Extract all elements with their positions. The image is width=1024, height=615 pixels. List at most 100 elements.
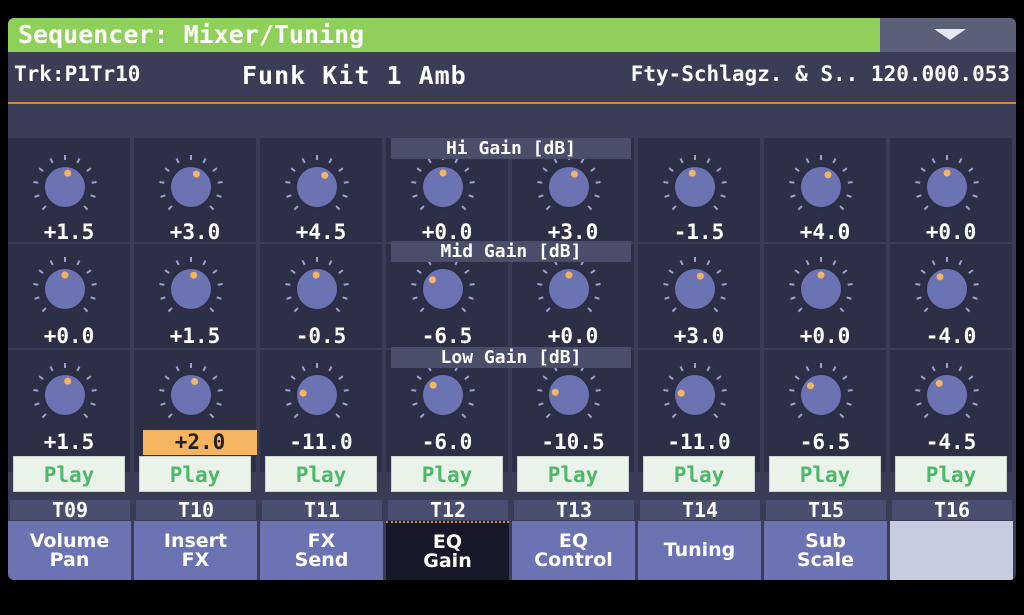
eq-cell[interactable]: +3.0 [638, 244, 760, 348]
knob-tick [90, 194, 96, 198]
eq-cell[interactable]: +1.5 [134, 244, 256, 348]
play-button[interactable]: Play [517, 456, 629, 492]
eq-knob[interactable] [660, 360, 730, 430]
eq-knob[interactable] [30, 360, 100, 430]
eq-cell[interactable]: -4.0 [890, 244, 1012, 348]
knob-tick [411, 181, 417, 184]
eq-knob[interactable] [786, 360, 856, 430]
knob-body [925, 267, 969, 311]
play-button[interactable]: Play [13, 456, 125, 492]
eq-knob[interactable] [408, 254, 478, 324]
tab-eq-gain[interactable]: EQ Gain [386, 521, 509, 580]
knob-tick [216, 194, 222, 198]
eq-knob[interactable] [282, 360, 352, 430]
eq-knob[interactable] [660, 254, 730, 324]
knob-tick [537, 181, 543, 184]
play-button[interactable]: Play [391, 456, 503, 492]
knob-body [799, 165, 843, 209]
eq-knob[interactable] [912, 254, 982, 324]
knob-tick [664, 402, 670, 406]
knob-tick [847, 283, 853, 286]
eq-knob[interactable] [30, 254, 100, 324]
knob-tick [412, 194, 418, 198]
knob-tick [832, 366, 837, 372]
play-button[interactable]: Play [139, 456, 251, 492]
gain-value: +0.0 [925, 220, 977, 244]
gain-value: +0.0 [799, 324, 851, 348]
factory-sound-info: Fty-Schlagz. & S.. 120.000.053 [630, 62, 1010, 86]
knob-tick [972, 194, 978, 198]
tab-eq-control[interactable]: EQ Control [512, 521, 635, 580]
track-number-label: T10 [136, 500, 256, 520]
eq-cell[interactable]: +2.0 [134, 350, 257, 472]
knob-tick [706, 158, 711, 164]
eq-cell[interactable]: -11.0 [638, 350, 760, 472]
eq-cell[interactable]: +4.5 [260, 138, 382, 244]
eq-knob[interactable] [408, 360, 478, 430]
eq-knob[interactable] [156, 360, 226, 430]
tab-sub-scale[interactable]: Sub Scale [764, 521, 887, 580]
eq-cell[interactable]: +1.5 [8, 350, 130, 472]
tab-insert-fx[interactable]: Insert FX [134, 521, 257, 580]
eq-knob[interactable] [282, 152, 352, 222]
eq-knob[interactable] [786, 254, 856, 324]
play-button[interactable]: Play [895, 456, 1007, 492]
eq-knob[interactable] [408, 152, 478, 222]
knob-indicator [64, 169, 72, 177]
play-button[interactable]: Play [265, 456, 377, 492]
eq-cell[interactable]: -1.5 [638, 138, 760, 244]
tab-tuning[interactable]: Tuning [638, 521, 761, 580]
knob-tick [958, 366, 963, 372]
knob-tick [342, 402, 348, 406]
knob-tick [713, 205, 719, 211]
eq-knob[interactable] [534, 360, 604, 430]
eq-knob[interactable] [534, 152, 604, 222]
eq-knob[interactable] [912, 360, 982, 430]
gain-value: -6.5 [799, 430, 851, 454]
eq-knob[interactable] [156, 254, 226, 324]
knob-tick [842, 167, 848, 172]
knob-tick [285, 181, 291, 184]
gain-value: +3.0 [673, 324, 725, 348]
eq-cell[interactable]: -0.5 [260, 244, 382, 348]
knob-tick [679, 158, 684, 164]
knob-tick [965, 205, 971, 211]
eq-knob[interactable] [786, 152, 856, 222]
knob-tick [416, 375, 422, 380]
tab-fx-send[interactable]: FX Send [260, 521, 383, 580]
knob-tick [590, 269, 596, 274]
knob-tick [679, 260, 684, 266]
eq-cell[interactable]: -11.0 [260, 350, 382, 472]
eq-knob[interactable] [534, 254, 604, 324]
eq-cell[interactable]: +0.0 [890, 138, 1012, 244]
knob-tick [973, 181, 979, 184]
knob-tick [461, 307, 467, 313]
page-menu-button[interactable] [880, 18, 1016, 52]
eq-cell[interactable]: -6.5 [764, 350, 886, 472]
eq-knob[interactable] [660, 152, 730, 222]
eq-cell[interactable]: -4.5 [890, 350, 1012, 472]
eq-cell[interactable]: -10.5 [512, 350, 634, 472]
eq-knob[interactable] [282, 254, 352, 324]
eq-cell[interactable]: +0.0 [764, 244, 886, 348]
knob-tick [216, 402, 222, 406]
eq-cell[interactable]: +3.0 [134, 138, 256, 244]
play-button[interactable]: Play [643, 456, 755, 492]
eq-cell[interactable]: +1.5 [8, 138, 130, 244]
tab-volume-pan[interactable]: Volume Pan [8, 521, 131, 580]
eq-cell[interactable]: +0.0 [8, 244, 130, 348]
knob-tick [212, 269, 218, 274]
knob-tick [159, 283, 165, 286]
eq-knob[interactable] [912, 152, 982, 222]
eq-cell[interactable]: -6.0 [386, 350, 508, 472]
eq-knob[interactable] [156, 152, 226, 222]
eq-cell[interactable]: +4.0 [764, 138, 886, 244]
knob-tick [545, 307, 551, 313]
knob-tick [301, 158, 306, 164]
eq-knob[interactable] [30, 152, 100, 222]
knob-body [295, 165, 339, 209]
knob-tick [216, 296, 222, 300]
knob-tick [721, 389, 727, 392]
play-button[interactable]: Play [769, 456, 881, 492]
knob-tick [328, 366, 333, 372]
